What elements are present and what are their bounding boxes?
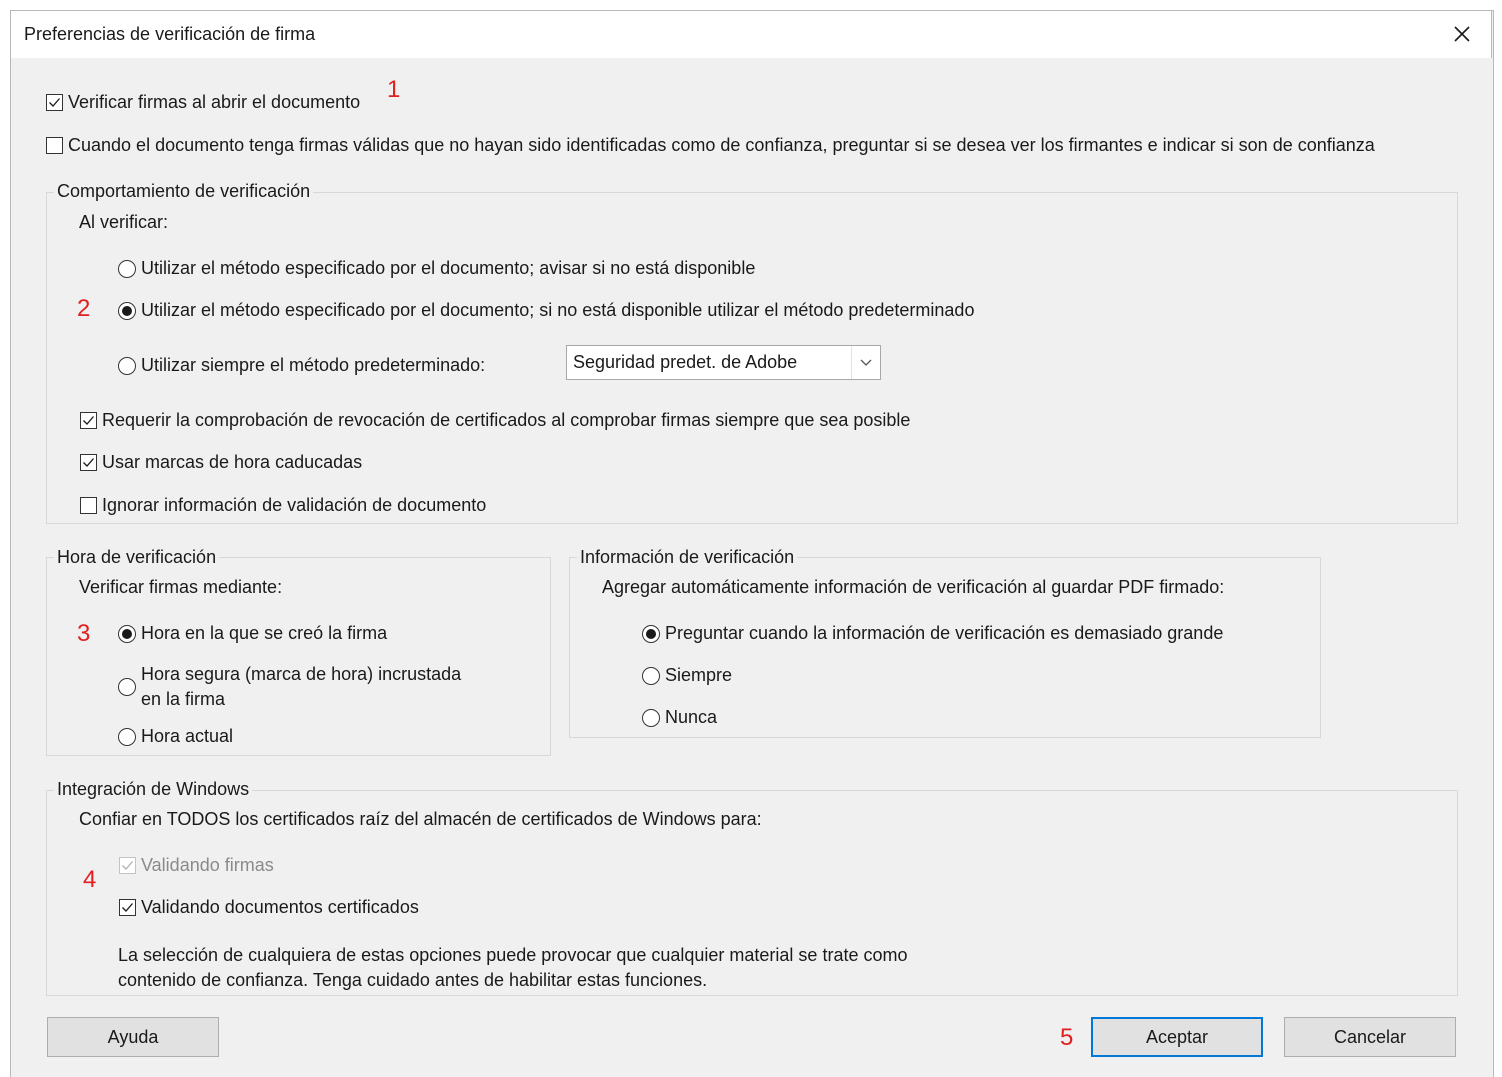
expired-timestamps-checkbox[interactable] [80,454,97,471]
method-doc-default-option[interactable]: Utilizar el método especificado por el d… [118,300,974,321]
expired-timestamps-option[interactable]: Usar marcas de hora caducadas [80,452,362,473]
time-current-radio[interactable] [118,727,136,746]
checkmark-icon [122,861,133,870]
info-always-label: Siempre [665,665,733,685]
time-secure-timestamp-label-line2: en la firma [141,689,226,709]
method-doc-warn-option[interactable]: Utilizar el método especificado por el d… [118,258,755,279]
ignore-validation-checkbox[interactable] [80,497,97,514]
time-current-option[interactable]: Hora actual [118,726,233,747]
verification-info-subheading: Agregar automáticamente información de v… [602,577,1225,597]
warning-note-line2: contenido de confianza. Tenga cuidado an… [118,970,708,990]
method-doc-warn-radio[interactable] [118,259,136,278]
method-always-default-option[interactable]: Utilizar siempre el método predeterminad… [118,355,485,376]
time-signature-created-label: Hora en la que se creó la firma [141,623,388,643]
ok-button[interactable]: Aceptar [1091,1017,1263,1057]
method-doc-default-radio[interactable] [118,301,136,320]
chevron-down-icon[interactable] [851,346,880,379]
validating-signatures-option: Validando firmas [119,855,274,876]
annotation-marker-3: 3 [77,620,91,647]
checkmark-icon [83,416,94,425]
verify-on-open-label: Verificar firmas al abrir el documento [68,92,361,112]
validating-certified-docs-label: Validando documentos certificados [141,897,419,917]
ignore-validation-label: Ignorar información de validación de doc… [102,495,487,515]
verification-info-legend: Información de verificación [577,547,798,568]
time-secure-timestamp-label: Hora segura (marca de hora) incrustada e… [141,662,461,712]
info-never-radio[interactable] [642,708,660,727]
revocation-check-checkbox[interactable] [80,412,97,429]
behavior-legend: Comportamiento de verificación [54,181,314,202]
radio-selected-dot [646,628,656,639]
checkmark-icon [83,458,94,467]
behavior-subheading: Al verificar: [79,212,169,232]
cancel-button[interactable]: Cancelar [1284,1017,1456,1057]
windows-integration-subheading: Confiar en TODOS los certificados raíz d… [79,809,762,829]
time-secure-timestamp-radio[interactable] [118,678,136,696]
method-doc-warn-label: Utilizar el método especificado por el d… [141,258,756,278]
annotation-marker-2: 2 [77,295,91,322]
time-secure-timestamp-option[interactable]: Hora segura (marca de hora) incrustada e… [118,662,461,712]
default-method-select[interactable]: Seguridad predet. de Adobe [566,345,881,380]
method-doc-default-label: Utilizar el método especificado por el d… [141,300,975,320]
time-current-label: Hora actual [141,726,234,746]
ask-trust-option[interactable]: Cuando el documento tenga firmas válidas… [46,135,1375,156]
close-icon [1454,26,1470,42]
ignore-validation-option[interactable]: Ignorar información de validación de doc… [80,495,486,516]
validating-certified-docs-option[interactable]: Validando documentos certificados [119,897,419,918]
windows-integration-legend: Integración de Windows [54,779,253,800]
title-bar: Preferencias de verificación de firma [10,10,1492,58]
info-ask-when-large-option[interactable]: Preguntar cuando la información de verif… [642,623,1223,644]
time-signature-created-radio[interactable] [118,624,136,643]
time-signature-created-option[interactable]: Hora en la que se creó la firma [118,623,387,644]
verification-time-subheading: Verificar firmas mediante: [79,577,283,597]
window-title: Preferencias de verificación de firma [24,24,316,44]
annotation-marker-4: 4 [83,866,97,893]
expired-timestamps-label: Usar marcas de hora caducadas [102,452,363,472]
info-ask-when-large-radio[interactable] [642,624,660,643]
default-method-value: Seguridad predet. de Adobe [573,352,798,372]
verify-on-open-checkbox[interactable] [46,94,63,111]
method-always-default-radio[interactable] [118,356,136,375]
warning-note-line1: La selección de cualquiera de estas opci… [118,945,908,965]
checkmark-icon [49,98,60,107]
info-never-option[interactable]: Nunca [642,707,717,728]
checkmark-icon [122,903,133,912]
ask-trust-label: Cuando el documento tenga firmas válidas… [68,135,1375,155]
annotation-marker-5: 5 [1060,1024,1074,1051]
close-button[interactable] [1449,21,1475,47]
radio-selected-dot [122,305,132,316]
method-always-default-label: Utilizar siempre el método predeterminad… [141,355,486,375]
info-ask-when-large-label: Preguntar cuando la información de verif… [665,623,1224,643]
verification-time-legend: Hora de verificación [54,547,220,568]
annotation-marker-1: 1 [387,76,401,103]
radio-selected-dot [122,628,132,639]
validating-signatures-label: Validando firmas [141,855,274,875]
help-button[interactable]: Ayuda [47,1017,219,1057]
info-never-label: Nunca [665,707,718,727]
info-always-option[interactable]: Siempre [642,665,732,686]
revocation-check-option[interactable]: Requerir la comprobación de revocación d… [80,410,910,431]
ask-trust-checkbox[interactable] [46,137,63,154]
revocation-check-label: Requerir la comprobación de revocación d… [102,410,911,430]
info-always-radio[interactable] [642,666,660,685]
verify-on-open-option[interactable]: Verificar firmas al abrir el documento [46,92,360,113]
time-secure-timestamp-label-line1: Hora segura (marca de hora) incrustada [141,664,462,684]
validating-signatures-checkbox [119,857,136,874]
validating-certified-docs-checkbox[interactable] [119,899,136,916]
